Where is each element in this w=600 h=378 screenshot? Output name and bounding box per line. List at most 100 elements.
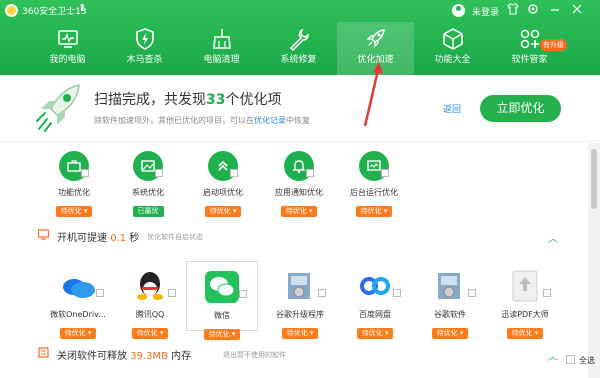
category-label: 后台运行优化 [350, 188, 398, 197]
upload-doc-icon [512, 270, 538, 302]
status-text: 待优化 [208, 330, 230, 338]
app-item-qq[interactable]: 腾讯QQ 待优化 ▾ [114, 261, 186, 339]
shield-bolt-icon [135, 28, 154, 50]
memory-release-section: 关闭软件可释放 39.3MB 内存 退出暂不使用的软件 ︿ [0, 343, 588, 365]
app-window: 360安全卫士13 ⬆ 未登录 我的电脑 木马查杀 电脑清理 系统修复 优化加速… [0, 0, 600, 378]
select-all-label[interactable]: 全选 [579, 355, 595, 366]
status-dropdown[interactable]: 待优化 ▾ [59, 328, 97, 339]
category-checkbox[interactable] [381, 169, 389, 177]
scrollbar-thumb[interactable] [591, 149, 597, 209]
app-checkbox[interactable] [239, 290, 247, 298]
boot-title: 开机可提速 [57, 233, 107, 244]
select-all-checkbox[interactable] [566, 355, 575, 364]
broom-icon [212, 29, 231, 49]
app-item-google-updater[interactable]: 谷歌升级程序 待优化 ▾ [264, 261, 336, 339]
category-checkbox[interactable] [155, 169, 163, 177]
app-checkbox[interactable] [393, 289, 401, 297]
main-nav: 我的电脑 木马查杀 电脑清理 系统修复 优化加速 功能大全 软件管家 [0, 22, 600, 75]
app-label: 微软OneDriv... [50, 310, 106, 319]
status-text: 待优化 [285, 207, 307, 215]
status-dropdown[interactable]: 待优化 ▾ [204, 206, 242, 217]
app-checkbox[interactable] [543, 289, 551, 297]
app-checkbox[interactable] [468, 289, 476, 297]
collapse-chevron-icon[interactable]: ︿ [548, 348, 558, 363]
status-dropdown[interactable]: 待优化 ▾ [55, 206, 93, 217]
sub-suffix: 中恢复 [286, 116, 310, 125]
app-title: 360安全卫士13 [22, 7, 87, 17]
app-label: 腾讯QQ [135, 310, 165, 319]
status-badge: 已最优 [132, 206, 164, 217]
app-checkbox[interactable] [96, 289, 104, 297]
monitor-small-icon [38, 229, 49, 240]
sub-prefix: 除软件加速项外，其他已优化的项目，可以在 [94, 116, 254, 125]
status-dropdown[interactable]: 待优化 ▾ [506, 328, 544, 339]
nav-my-computer[interactable]: 我的电脑 [29, 22, 106, 75]
close-icon[interactable] [570, 3, 584, 17]
boot-speedup-section: 开机可提速 0.1 秒 优化软件自启状态 ︿ [0, 225, 588, 247]
scrollbar[interactable] [588, 143, 600, 378]
app-label: 微信 [214, 311, 230, 320]
back-link[interactable]: 返回 [443, 102, 461, 115]
status-dropdown[interactable]: 待优化 ▾ [355, 206, 393, 217]
release-title: 关闭软件可释放 [57, 351, 127, 362]
optimize-now-button[interactable]: 立即优化 [480, 95, 561, 122]
category-system-optimize[interactable]: 系统优化 已最优 [119, 151, 177, 217]
status-dropdown[interactable]: 待优化 ▾ [131, 328, 169, 339]
app-label: 迅读PDF大师 [501, 310, 549, 319]
nav-trojan-scan[interactable]: 木马查杀 [106, 22, 183, 75]
scan-result-banner: 扫描完成，共发现33个优化项 除软件加速项外，其他已优化的项目，可以在优化记录中… [0, 75, 600, 142]
nav-features[interactable]: 功能大全 [414, 22, 491, 75]
nav-cleanup[interactable]: 电脑清理 [183, 22, 260, 75]
minimize-icon[interactable] [548, 3, 562, 17]
content-area: 功能优化 待优化 ▾ 系统优化 已最优 启动项优化 待优化 ▾ 应用通知优化 待… [0, 143, 588, 378]
app-checkbox[interactable] [318, 289, 326, 297]
app-item-pdf-master[interactable]: 迅读PDF大师 待优化 ▾ [489, 261, 561, 339]
status-text: 待优化 [136, 329, 158, 337]
optimize-history-link[interactable]: 优化记录 [254, 116, 286, 125]
rocket-icon [365, 29, 385, 48]
app-item-google-software[interactable]: 谷歌软件 待优化 ▾ [414, 261, 486, 339]
category-notification-optimize[interactable]: 应用通知优化 待优化 ▾ [270, 151, 328, 217]
collapse-chevron-icon[interactable]: ︿ [548, 230, 558, 245]
avatar[interactable] [452, 4, 465, 17]
status-dropdown[interactable]: 待优化 ▾ [280, 206, 318, 217]
boot-speedup-title: 开机可提速 0.1 秒 [57, 229, 139, 244]
upgrade-arrow-icon[interactable]: ⬆ [78, 3, 86, 14]
category-checkbox[interactable] [230, 169, 238, 177]
nav-label: 系统修复 [280, 55, 317, 65]
nav-label: 功能大全 [434, 55, 471, 65]
category-background-optimize[interactable]: 后台运行优化 待优化 ▾ [345, 151, 403, 217]
settings-icon[interactable] [526, 3, 540, 17]
category-startup-optimize[interactable]: 启动项优化 待优化 ▾ [194, 151, 252, 217]
app-label: 谷歌软件 [434, 310, 466, 319]
category-label: 功能优化 [58, 188, 90, 197]
boot-speedup-subtitle: 优化软件自启状态 [147, 233, 203, 241]
status-dropdown[interactable]: 待优化 ▾ [431, 328, 469, 339]
nav-system-repair[interactable]: 系统修复 [260, 22, 337, 75]
login-label[interactable]: 未登录 [472, 5, 499, 18]
memory-icon [38, 347, 49, 358]
app-item-wechat[interactable]: 微信 待优化 ▾ [186, 261, 258, 340]
status-dropdown[interactable]: 待优化 ▾ [281, 328, 319, 339]
status-text: 待优化 [286, 329, 308, 337]
status-text: 待优化 [64, 329, 86, 337]
wechat-icon [205, 271, 239, 303]
title-prefix: 扫描完成，共发现 [94, 92, 206, 108]
status-text: 待优化 [60, 207, 82, 215]
annotation-arrow [363, 62, 383, 127]
status-dropdown[interactable]: 待优化 ▾ [203, 329, 241, 340]
app-item-baidu-netdisk[interactable]: 百度网盘 待优化 ▾ [339, 261, 411, 339]
category-checkbox[interactable] [81, 169, 89, 177]
issue-count: 33 [206, 92, 226, 108]
memory-release-title: 关闭软件可释放 39.3MB 内存 [57, 347, 191, 362]
status-text: 待优化 [360, 207, 382, 215]
app-checkbox[interactable] [168, 289, 176, 297]
app-item-onedrive[interactable]: 微软OneDriv... 待优化 ▾ [42, 261, 114, 339]
nav-label: 电脑清理 [203, 55, 240, 65]
category-label: 系统优化 [132, 188, 164, 197]
category-checkbox[interactable] [306, 169, 314, 177]
shirt-icon[interactable] [506, 3, 520, 17]
memory-release-subtitle: 退出暂不使用的软件 [223, 351, 286, 359]
status-dropdown[interactable]: 待优化 ▾ [356, 328, 394, 339]
category-feature-optimize[interactable]: 功能优化 待优化 ▾ [45, 151, 103, 217]
